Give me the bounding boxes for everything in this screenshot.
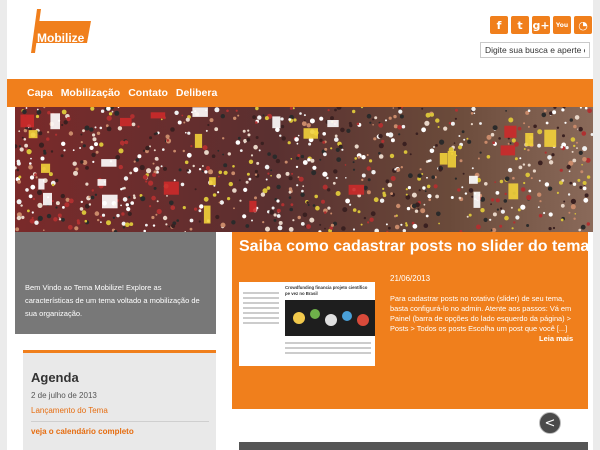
logo-text: Mobilize xyxy=(37,31,85,45)
agenda-divider xyxy=(31,421,209,422)
thumb-image xyxy=(285,300,375,336)
agenda-title: Agenda xyxy=(31,370,79,385)
slide-thumbnail[interactable]: Crowdfunding financia projeto científico… xyxy=(239,272,375,366)
site-logo[interactable]: Mobilize xyxy=(29,9,93,53)
agenda-widget: Agenda 2 de julho de 2013 Lançamento do … xyxy=(23,350,216,450)
slide-date: 21/06/2013 xyxy=(390,274,431,283)
page: Mobilize ftg+You◔ Capa Mobilização Conta… xyxy=(7,0,593,450)
read-more-link[interactable]: Leia mais xyxy=(539,334,573,343)
nav-item-contato[interactable]: Contato xyxy=(128,87,168,107)
rss-icon[interactable]: ◔ xyxy=(574,16,592,34)
search-input[interactable] xyxy=(480,42,590,58)
share-icon[interactable]: < xyxy=(539,412,561,434)
thumb-header-bar xyxy=(239,272,375,282)
twitter-icon[interactable]: t xyxy=(511,16,529,34)
thumb-title: Crowdfunding financia projeto científico… xyxy=(285,285,368,296)
main-nav: Capa Mobilização Contato Delibera xyxy=(7,79,593,107)
slide-excerpt: Para cadastrar posts no rotativo (slider… xyxy=(390,294,572,333)
social-links: f t g+ You ◔ xyxy=(490,16,592,34)
hero-crowd-image xyxy=(15,107,593,232)
agenda-date: 2 de julho de 2013 xyxy=(31,391,97,400)
facebook-icon[interactable]: f xyxy=(490,16,508,34)
welcome-text: Bem Vindo ao Tema Mobilize! Explore as c… xyxy=(25,283,200,318)
slide-title[interactable]: Saiba como cadastrar posts no slider do … xyxy=(239,238,589,256)
calendar-link[interactable]: veja o calendário completo xyxy=(31,427,134,436)
nav-item-delibera[interactable]: Delibera xyxy=(176,87,217,107)
google-plus-icon[interactable]: g+ xyxy=(532,16,550,34)
nav-item-capa[interactable]: Capa xyxy=(27,87,53,107)
content-bar xyxy=(239,442,588,450)
youtube-icon[interactable]: You xyxy=(553,16,571,34)
featured-slider: Saiba como cadastrar posts no slider do … xyxy=(232,232,589,409)
thumb-sidebar-lines xyxy=(243,292,279,327)
welcome-box: Bem Vindo ao Tema Mobilize! Explore as c… xyxy=(15,232,216,334)
thumb-text-lines xyxy=(285,342,371,357)
nav-item-mobilizacao[interactable]: Mobilização xyxy=(61,87,121,107)
agenda-event-link[interactable]: Lançamento do Tema xyxy=(31,406,108,415)
